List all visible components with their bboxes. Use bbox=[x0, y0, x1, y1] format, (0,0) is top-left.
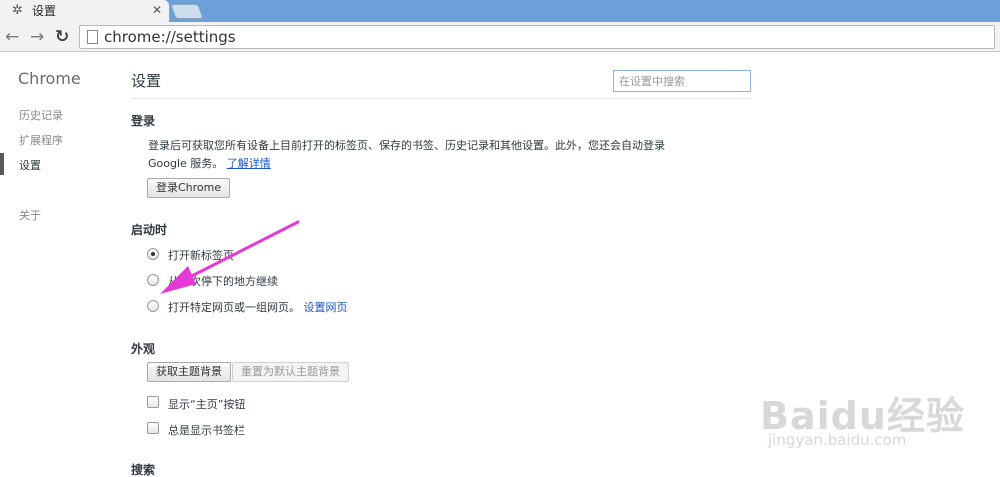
show-home-checkbox[interactable] bbox=[147, 396, 159, 408]
learn-more-link[interactable]: 了解详情 bbox=[227, 157, 271, 170]
sidebar-item-history[interactable]: 历史记录 bbox=[19, 107, 63, 123]
tab-settings[interactable]: ✲ 设置 ✕ bbox=[0, 0, 170, 22]
show-bookmarks-label: 总是显示书签栏 bbox=[168, 424, 245, 437]
radio-label-new-tab: 打开新标签页 bbox=[168, 249, 234, 262]
new-tab-button[interactable] bbox=[170, 4, 204, 19]
show-home-label: 显示“主页”按钮 bbox=[168, 398, 246, 411]
reload-icon[interactable]: ↻ bbox=[55, 27, 69, 47]
settings-search-input[interactable] bbox=[613, 70, 751, 92]
watermark-logo: Baidu经验 bbox=[760, 394, 965, 438]
radio-label-specific-pages: 打开特定网页或一组网页。 设置网页 bbox=[168, 299, 348, 315]
tab-strip: ✲ 设置 ✕ bbox=[0, 0, 1000, 22]
page-title: 设置 bbox=[131, 72, 162, 90]
signin-description: 登录后可获取您所有设备上目前打开的标签页、保存的书签、历史记录和其他设置。此外，… bbox=[148, 139, 665, 152]
sidebar-item-about[interactable]: 关于 bbox=[19, 207, 41, 223]
sidebar-item-settings[interactable]: 设置 bbox=[19, 157, 41, 173]
section-title-startup: 启动时 bbox=[131, 223, 168, 237]
sidebar-title: Chrome bbox=[18, 69, 81, 88]
reset-theme-button[interactable]: 重置为默认主题背景 bbox=[232, 362, 349, 382]
address-bar[interactable]: chrome://settings bbox=[79, 25, 995, 49]
gear-icon: ✲ bbox=[12, 3, 23, 18]
sidebar-item-extensions[interactable]: 扩展程序 bbox=[19, 132, 63, 148]
back-arrow-icon[interactable]: ← bbox=[5, 27, 19, 47]
watermark: Baidu经验 jingyan.baidu.com bbox=[760, 385, 980, 465]
section-title-signin: 登录 bbox=[131, 114, 156, 128]
show-bookmarks-checkbox[interactable] bbox=[147, 422, 159, 434]
tab-title: 设置 bbox=[32, 4, 57, 18]
radio-label-continue: 从上次停下的地方继续 bbox=[168, 275, 278, 288]
get-themes-button[interactable]: 获取主题背景 bbox=[147, 362, 231, 382]
radio-new-tab[interactable] bbox=[147, 248, 159, 260]
divider bbox=[131, 98, 751, 99]
forward-arrow-icon[interactable]: → bbox=[30, 27, 44, 47]
radio-specific-pages[interactable] bbox=[147, 300, 159, 312]
toolbar: ← → ↻ chrome://settings bbox=[0, 22, 1000, 52]
page-icon bbox=[87, 30, 98, 44]
section-title-appearance: 外观 bbox=[131, 342, 156, 356]
watermark-url: jingyan.baidu.com bbox=[768, 431, 907, 449]
specific-pages-text: 打开特定网页或一组网页。 bbox=[168, 301, 300, 314]
signin-description-text: Google 服务。 bbox=[148, 157, 224, 170]
url-text: chrome://settings bbox=[104, 28, 236, 46]
radio-continue[interactable] bbox=[147, 274, 159, 286]
close-icon[interactable]: ✕ bbox=[152, 3, 162, 17]
signin-chrome-button[interactable]: 登录Chrome bbox=[147, 178, 231, 198]
section-title-search: 搜索 bbox=[131, 463, 156, 477]
signin-description-line2: Google 服务。 了解详情 bbox=[148, 155, 271, 171]
active-indicator bbox=[0, 153, 4, 175]
set-pages-link[interactable]: 设置网页 bbox=[304, 301, 348, 314]
